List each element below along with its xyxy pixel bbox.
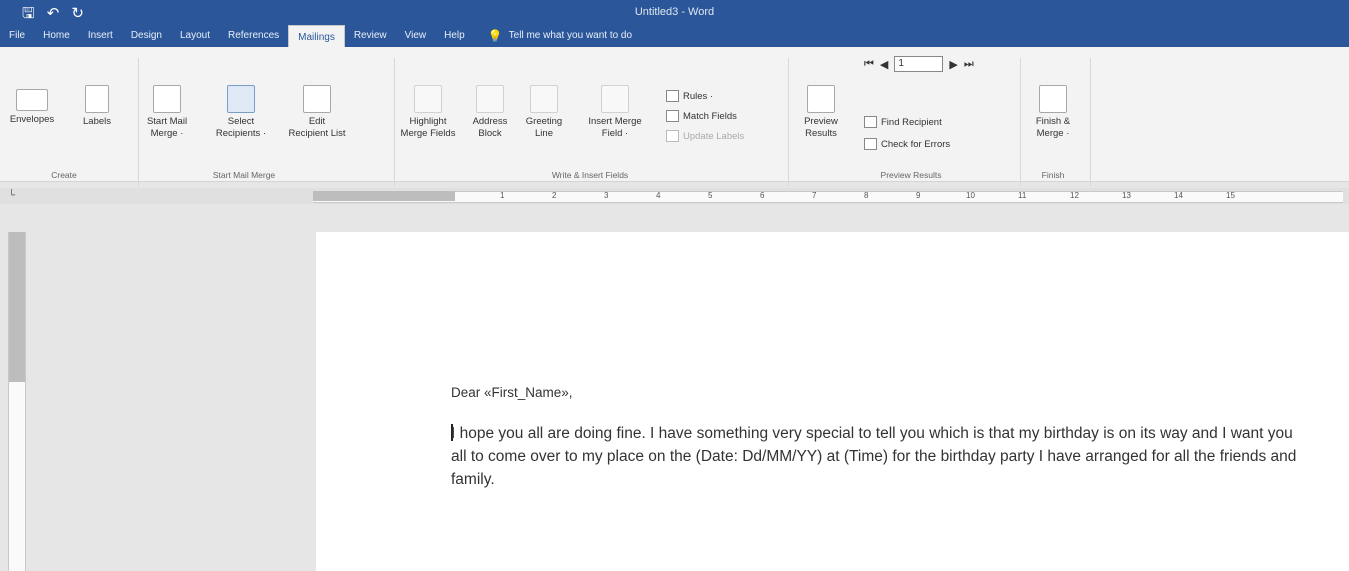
last-record-icon[interactable]: ⏭ bbox=[964, 58, 974, 71]
ruler-number: 1 bbox=[500, 191, 505, 200]
merge-field-icon bbox=[601, 85, 629, 113]
group-divider bbox=[788, 58, 789, 186]
update-labels-icon bbox=[666, 130, 679, 142]
ruler-number: 14 bbox=[1174, 191, 1183, 200]
ruler-number: 7 bbox=[812, 191, 817, 200]
group-divider bbox=[1090, 58, 1091, 186]
finish-merge-button[interactable]: Finish & Merge · bbox=[1028, 85, 1078, 140]
rules-button[interactable]: Rules · bbox=[666, 90, 713, 102]
highlight-merge-fields-button[interactable]: Highlight Merge Fields bbox=[398, 85, 458, 140]
match-fields-icon bbox=[666, 110, 679, 122]
window-title: Untitled3 - Word bbox=[634, 6, 715, 18]
tell-me-label: Tell me what you want to do bbox=[508, 30, 633, 41]
ruler-number: 6 bbox=[760, 191, 765, 200]
greeting-line-icon bbox=[530, 85, 558, 113]
ruler-number: 11 bbox=[1018, 191, 1027, 200]
tab-references[interactable]: References bbox=[219, 26, 288, 46]
ruler-number: 10 bbox=[966, 191, 975, 200]
group-divider bbox=[138, 58, 139, 186]
tab-help[interactable]: Help bbox=[435, 26, 474, 46]
finish-merge-icon bbox=[1039, 85, 1067, 113]
address-block-button[interactable]: Address Block bbox=[468, 85, 512, 140]
edit-list-icon bbox=[303, 85, 331, 113]
group-label-create: Create bbox=[51, 170, 77, 180]
ribbon-tabs: File Home Insert Design Layout Reference… bbox=[0, 24, 641, 50]
preview-results-icon bbox=[807, 85, 835, 113]
tab-file[interactable]: File bbox=[0, 26, 34, 46]
ruler-number: 15 bbox=[1226, 191, 1235, 200]
next-record-icon[interactable]: ▶ bbox=[949, 58, 957, 71]
ruler-number: 3 bbox=[604, 191, 609, 200]
tab-selector-icon[interactable]: └ bbox=[8, 190, 15, 201]
salutation-line[interactable]: Dear «First_Name», bbox=[451, 385, 573, 400]
vertical-ruler-margin bbox=[9, 232, 25, 382]
ruler-number: 4 bbox=[656, 191, 661, 200]
select-recipients-button[interactable]: Select Recipients · bbox=[208, 85, 274, 140]
tab-home[interactable]: Home bbox=[34, 26, 79, 46]
insert-merge-field-button[interactable]: Insert Merge Field · bbox=[580, 85, 650, 140]
check-errors-icon bbox=[864, 138, 877, 150]
group-label-finish: Finish bbox=[1041, 170, 1065, 180]
ruler-number: 5 bbox=[708, 191, 713, 200]
update-labels-button[interactable]: Update Labels bbox=[666, 130, 744, 142]
tab-view[interactable]: View bbox=[396, 26, 436, 46]
horizontal-ruler: └ 1 2 3 4 5 6 7 8 9 10 11 12 13 14 15 bbox=[0, 188, 1349, 204]
tab-design[interactable]: Design bbox=[122, 26, 171, 46]
ruler-number: 12 bbox=[1070, 191, 1079, 200]
body-paragraph[interactable]: I hope you all are doing fine. I have so… bbox=[451, 422, 1311, 491]
vertical-ruler bbox=[8, 232, 26, 571]
tell-me-box[interactable]: 💡 Tell me what you want to do bbox=[474, 26, 641, 46]
ruler-margin bbox=[313, 191, 455, 201]
group-label-preview-results: Preview Results bbox=[880, 170, 942, 180]
body-text: I hope you all are doing fine. I have so… bbox=[451, 425, 1297, 488]
greeting-line-button[interactable]: Greeting Line bbox=[522, 85, 566, 140]
recipients-icon bbox=[227, 85, 255, 113]
ruler-track bbox=[313, 191, 1343, 203]
ruler-number: 8 bbox=[864, 191, 869, 200]
ruler-number: 2 bbox=[552, 191, 557, 200]
envelopes-button[interactable]: Envelopes bbox=[6, 89, 58, 126]
lightbulb-icon: 💡 bbox=[487, 29, 503, 43]
previous-record-icon[interactable]: ◀ bbox=[880, 58, 888, 71]
address-block-icon bbox=[476, 85, 504, 113]
tab-insert[interactable]: Insert bbox=[79, 26, 122, 46]
record-number-input[interactable]: 1 bbox=[894, 56, 944, 72]
highlight-icon bbox=[414, 85, 442, 113]
first-record-icon[interactable]: ⏮ bbox=[864, 58, 874, 71]
rules-icon bbox=[666, 90, 679, 102]
find-recipient-icon bbox=[864, 116, 877, 128]
preview-results-button[interactable]: Preview Results bbox=[796, 85, 846, 140]
labels-icon bbox=[85, 85, 109, 113]
group-divider bbox=[394, 58, 395, 186]
document-page[interactable]: Dear «First_Name», I hope you all are do… bbox=[316, 232, 1349, 571]
group-divider bbox=[1020, 58, 1021, 186]
ruler-number: 9 bbox=[916, 191, 921, 200]
record-navigator: ⏮ ◀ 1 ▶ ⏭ bbox=[864, 56, 974, 72]
tab-review[interactable]: Review bbox=[345, 26, 396, 46]
group-label-write-insert-fields: Write & Insert Fields bbox=[551, 170, 629, 180]
envelope-icon bbox=[16, 89, 48, 111]
tab-layout[interactable]: Layout bbox=[171, 26, 219, 46]
title-bar: 🖫 ↶ ↻ Untitled3 - Word File Home Insert … bbox=[0, 0, 1349, 50]
match-fields-button[interactable]: Match Fields bbox=[666, 110, 737, 122]
labels-button[interactable]: Labels bbox=[80, 85, 114, 128]
group-label-start-mail-merge: Start Mail Merge bbox=[212, 170, 276, 180]
ruler-number: 13 bbox=[1122, 191, 1131, 200]
start-mail-merge-button[interactable]: Start Mail Merge · bbox=[141, 85, 193, 140]
tab-mailings[interactable]: Mailings bbox=[288, 24, 345, 50]
edit-recipient-list-button[interactable]: Edit Recipient List bbox=[280, 85, 354, 140]
find-recipient-button[interactable]: Find Recipient bbox=[864, 116, 942, 128]
document-merge-icon bbox=[153, 85, 181, 113]
check-for-errors-button[interactable]: Check for Errors bbox=[864, 138, 950, 150]
